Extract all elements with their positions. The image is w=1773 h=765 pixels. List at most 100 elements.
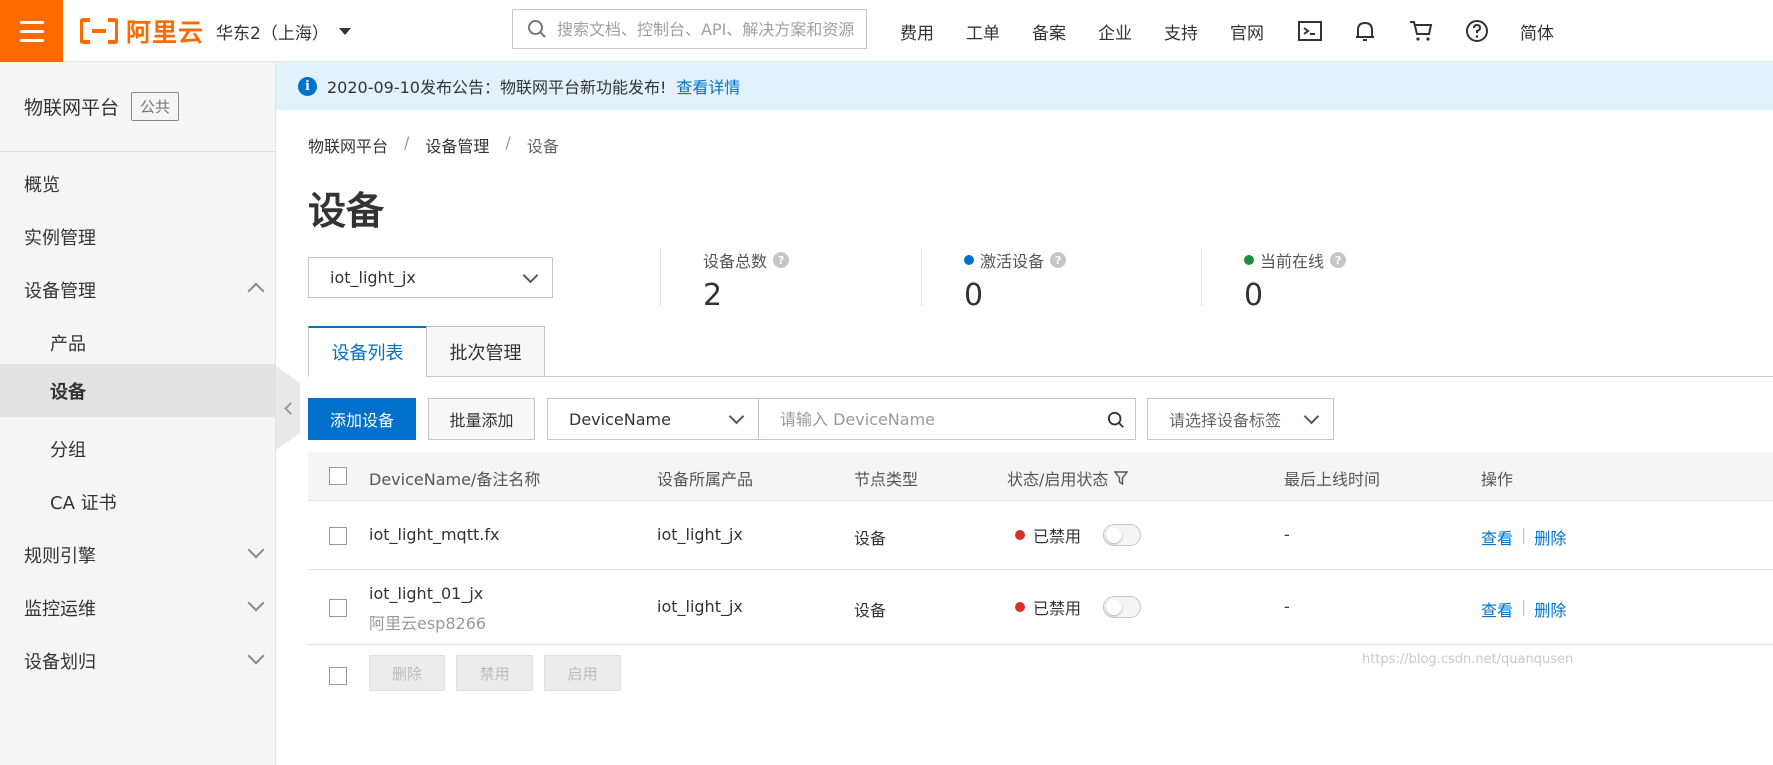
column-header: 状态/启用状态 bbox=[1007, 470, 1109, 489]
terminal-icon[interactable] bbox=[1298, 19, 1322, 43]
help-icon[interactable] bbox=[1465, 19, 1489, 43]
sidebar-item-label: 分组 bbox=[50, 439, 86, 461]
status-label: 已禁用 bbox=[1033, 527, 1082, 546]
device-name: iot_light_01_jx bbox=[369, 584, 484, 603]
device-search-field[interactable] bbox=[758, 398, 1136, 440]
table-row: iot_light_01_jx 阿里云esp8266 iot_light_jx … bbox=[308, 570, 1773, 645]
column-header: DeviceName/备注名称 bbox=[369, 470, 541, 489]
stat-label: 激活设备 bbox=[980, 252, 1045, 271]
nav-enterprise[interactable]: 企业 bbox=[1098, 19, 1132, 44]
view-link[interactable]: 查看 bbox=[1481, 597, 1513, 621]
sidebar-header: 物联网平台 公共 bbox=[0, 62, 275, 152]
batch-add-button[interactable]: 批量添加 bbox=[428, 398, 535, 440]
stat-value: 0 bbox=[1244, 278, 1264, 313]
aliyun-logo-icon bbox=[80, 18, 118, 44]
enable-toggle[interactable] bbox=[1103, 596, 1142, 618]
logo-text: 阿里云 bbox=[126, 18, 205, 47]
instance-tag: 公共 bbox=[131, 92, 180, 121]
stat-activated-devices: 激活设备? 0 bbox=[964, 248, 1067, 313]
search-icon[interactable] bbox=[1107, 411, 1125, 429]
watermark: https://blog.csdn.net/quanqusen bbox=[1362, 652, 1574, 667]
nav-tickets[interactable]: 工单 bbox=[966, 19, 1000, 44]
row-checkbox[interactable] bbox=[329, 527, 347, 545]
sidebar-item-device-assignment[interactable]: 设备划归 bbox=[0, 634, 276, 687]
breadcrumb: 物联网平台 / 设备管理 / 设备 bbox=[308, 133, 559, 157]
menu-icon[interactable] bbox=[0, 0, 63, 62]
bell-icon[interactable] bbox=[1353, 19, 1377, 43]
filter-icon[interactable] bbox=[1114, 470, 1129, 486]
add-device-button[interactable]: 添加设备 bbox=[308, 398, 416, 440]
nav-icp[interactable]: 备案 bbox=[1032, 19, 1066, 44]
device-tag-select[interactable]: 请选择设备标签 bbox=[1147, 398, 1334, 440]
sidebar-item-monitoring[interactable]: 监控运维 bbox=[0, 581, 276, 634]
sidebar-item-instances[interactable]: 实例管理 bbox=[0, 210, 276, 263]
stat-total-devices: 设备总数? 2 bbox=[703, 248, 790, 313]
select-all-checkbox[interactable] bbox=[329, 467, 347, 485]
enable-toggle[interactable] bbox=[1103, 524, 1142, 546]
device-product: iot_light_jx bbox=[657, 597, 743, 616]
tab-device-list[interactable]: 设备列表 bbox=[308, 326, 427, 377]
region-selector[interactable]: 华东2（上海） bbox=[216, 19, 351, 44]
language-switch[interactable]: 简体 bbox=[1520, 19, 1554, 44]
breadcrumb-iot-platform[interactable]: 物联网平台 bbox=[308, 133, 388, 157]
nav-billing[interactable]: 费用 bbox=[900, 19, 934, 44]
device-status: 已禁用 bbox=[1015, 595, 1142, 619]
sidebar-collapse-handle[interactable] bbox=[276, 366, 300, 450]
sidebar-item-devices[interactable]: 设备 bbox=[0, 364, 276, 417]
tab-batch-management[interactable]: 批次管理 bbox=[426, 326, 545, 377]
status-dot bbox=[1015, 530, 1025, 540]
sidebar-item-label: CA 证书 bbox=[50, 492, 117, 514]
filter-field-select[interactable]: DeviceName bbox=[547, 398, 759, 440]
cart-icon[interactable] bbox=[1409, 19, 1433, 43]
row-actions: 查看 | 删除 bbox=[1481, 525, 1566, 549]
sidebar-item-label: 产品 bbox=[50, 333, 86, 355]
announcement-link[interactable]: 查看详情 bbox=[676, 74, 740, 98]
node-type: 设备 bbox=[854, 601, 887, 620]
product-select-value: iot_light_jx bbox=[330, 268, 416, 287]
footer-select-all-checkbox[interactable] bbox=[329, 667, 347, 685]
product-select[interactable]: iot_light_jx bbox=[308, 257, 553, 298]
sidebar-item-groups[interactable]: 分组 bbox=[0, 422, 276, 475]
nav-website[interactable]: 官网 bbox=[1230, 19, 1264, 44]
table-header: DeviceName/备注名称 设备所属产品 节点类型 状态/启用状态 最后上线… bbox=[308, 452, 1773, 501]
sidebar-item-label: 规则引擎 bbox=[24, 545, 96, 567]
row-checkbox[interactable] bbox=[329, 599, 347, 617]
node-type: 设备 bbox=[854, 529, 887, 548]
device-note: 阿里云esp8266 bbox=[369, 614, 487, 633]
search-icon bbox=[528, 20, 546, 38]
help-icon[interactable]: ? bbox=[773, 252, 790, 268]
sidebar-item-device-management[interactable]: 设备管理 bbox=[0, 263, 276, 316]
help-icon[interactable]: ? bbox=[1330, 252, 1347, 268]
top-nav: 费用 工单 备案 企业 支持 官网 bbox=[900, 0, 1296, 62]
sidebar-item-products[interactable]: 产品 bbox=[0, 316, 276, 369]
sidebar-item-label: 监控运维 bbox=[24, 598, 96, 620]
batch-delete-button[interactable]: 删除 bbox=[369, 655, 445, 691]
batch-disable-button[interactable]: 禁用 bbox=[456, 655, 533, 691]
sidebar-item-ca-certificate[interactable]: CA 证书 bbox=[0, 475, 276, 528]
aliyun-logo[interactable]: 阿里云 bbox=[80, 14, 204, 48]
breadcrumb-device-management[interactable]: 设备管理 bbox=[425, 133, 489, 157]
chevron-down-icon bbox=[247, 594, 265, 612]
filter-field-value: DeviceName bbox=[569, 409, 671, 429]
device-search-input[interactable] bbox=[780, 409, 1080, 429]
chevron-down-icon bbox=[1303, 408, 1320, 425]
chevron-down-icon bbox=[247, 541, 265, 559]
sidebar-item-label: 设备管理 bbox=[24, 280, 96, 302]
device-name: iot_light_mqtt.fx bbox=[369, 525, 500, 544]
sidebar-title: 物联网平台 bbox=[24, 97, 120, 119]
caret-down-icon bbox=[338, 28, 351, 35]
sidebar-item-rule-engine[interactable]: 规则引擎 bbox=[0, 528, 276, 581]
sidebar-item-overview[interactable]: 概览 bbox=[0, 157, 276, 210]
breadcrumb-current: 设备 bbox=[526, 137, 559, 156]
delete-link[interactable]: 删除 bbox=[1534, 525, 1566, 549]
view-link[interactable]: 查看 bbox=[1481, 525, 1513, 549]
announcement-banner: i 2020-09-10发布公告：物联网平台新功能发布! 查看详情 bbox=[276, 62, 1773, 110]
global-search[interactable] bbox=[512, 9, 867, 49]
help-icon[interactable]: ? bbox=[1050, 252, 1067, 268]
global-search-input[interactable] bbox=[557, 19, 857, 39]
delete-link[interactable]: 删除 bbox=[1534, 597, 1566, 621]
batch-enable-button[interactable]: 启用 bbox=[544, 655, 621, 691]
sidebar-item-label: 设备划归 bbox=[24, 651, 96, 673]
divider bbox=[1201, 248, 1202, 306]
nav-support[interactable]: 支持 bbox=[1164, 19, 1198, 44]
